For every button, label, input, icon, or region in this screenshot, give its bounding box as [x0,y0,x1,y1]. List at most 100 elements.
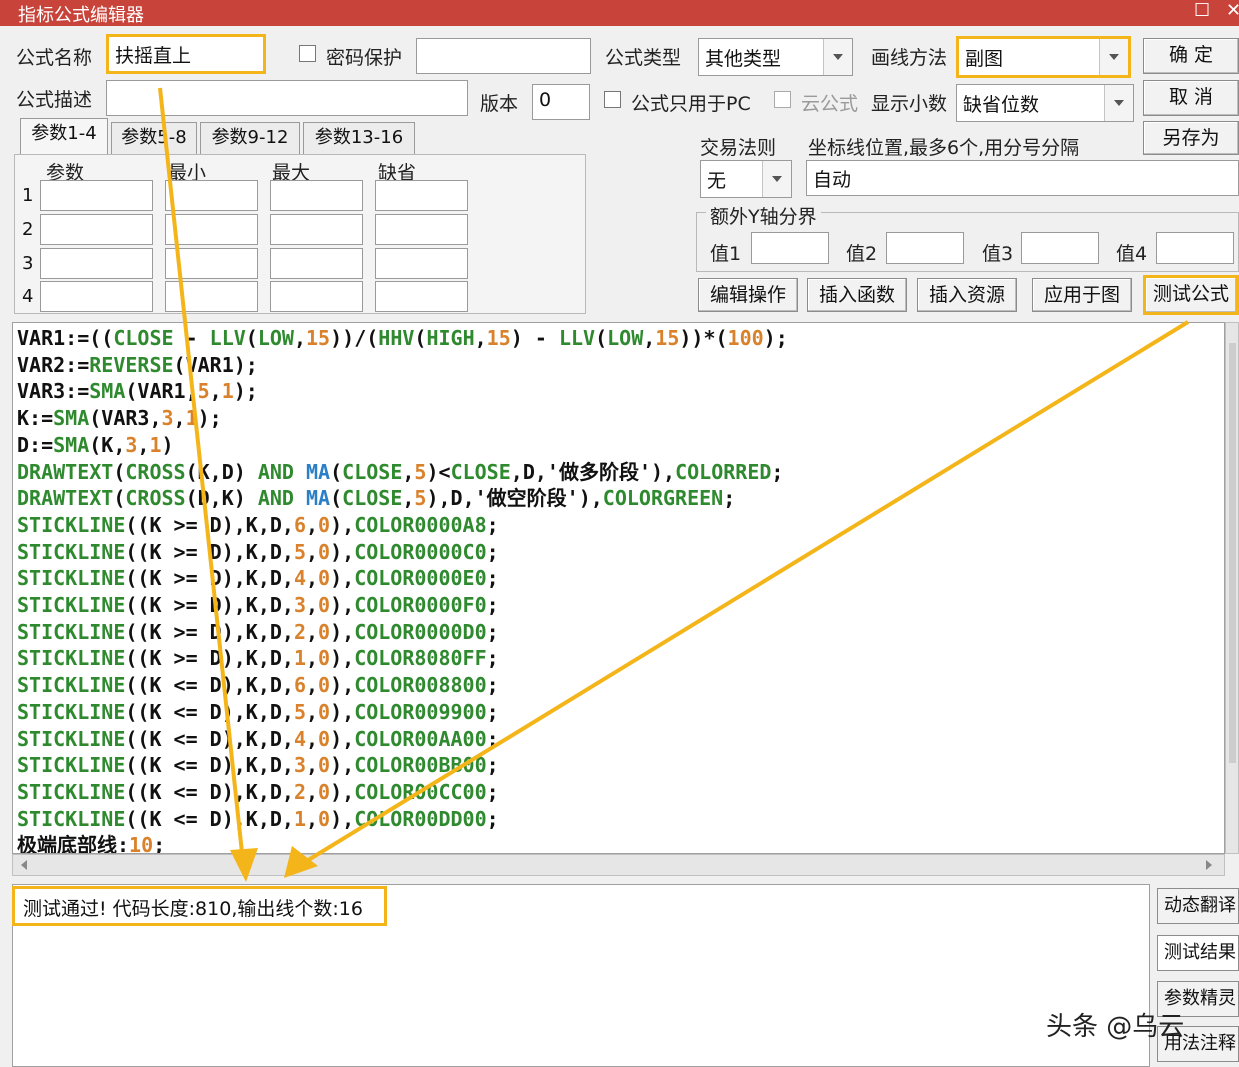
param-min-input[interactable] [165,214,258,245]
scroll-left-icon[interactable] [21,860,27,870]
cancel-button[interactable]: 取 消 [1143,80,1239,116]
param-max-input[interactable] [270,180,363,211]
code-token: CLOSE [450,459,511,484]
scroll-right-icon[interactable] [1206,860,1212,870]
scrollbar-thumb[interactable] [1229,343,1236,763]
param-max-input[interactable] [270,248,363,279]
param-name-input[interactable] [40,248,153,279]
trade-rule-value: 无 [707,170,727,192]
version-input[interactable]: 0 [532,84,590,120]
decimals-select[interactable]: 缺省位数 [956,84,1134,122]
edit-operations-button[interactable]: 编辑操作 [698,278,798,312]
maximize-icon[interactable]: ☐ [1194,0,1210,21]
code-token: 15 [486,326,511,350]
code-token: ; [486,539,499,564]
chevron-down-icon[interactable] [1099,39,1128,75]
code-token: COLOR0000D0 [354,619,487,644]
code-token: 1 [149,432,162,457]
chevron-down-icon[interactable] [1104,85,1133,121]
save-as-button[interactable]: 另存为 [1143,121,1239,155]
code-token: COLOR0000A8 [354,512,487,537]
code-token: (K, [89,432,126,457]
code-token: ), [330,593,355,617]
code-token: , [402,459,415,484]
code-token: COLOR00CC00 [354,779,487,804]
code-line: 极端底部线:10; [17,832,166,854]
param-max-input[interactable] [270,281,363,312]
formula-type-label: 公式类型 [605,47,682,69]
code-token: COLORGREEN [602,486,724,511]
apply-to-chart-button[interactable]: 应用于图 [1032,278,1132,312]
trade-rule-select[interactable]: 无 [700,160,792,198]
password-label: 密码保护 [326,47,403,69]
code-token: CLOSE [342,486,403,511]
code-token: MA [306,459,331,484]
y-value-4-input[interactable] [1156,232,1234,264]
code-token: ( [113,486,126,511]
code-token: ))*( [679,326,728,350]
code-token: ), [330,806,355,831]
code-token: ; [153,833,166,854]
code-token: , [402,486,415,511]
code-token: ((K <= D),K,D, [125,806,294,831]
close-icon[interactable]: ✕ [1226,0,1239,21]
tab-params-13-16[interactable]: 参数13-16 [303,122,415,154]
y-value-3-input[interactable] [1021,232,1099,264]
y-value-2-input[interactable] [886,232,964,264]
tab-params-1-4[interactable]: 参数1-4 [20,118,108,154]
dynamic-translate-button[interactable]: 动态翻译 [1157,888,1239,924]
tab-params-5-8[interactable]: 参数5-8 [111,122,197,154]
draw-method-value: 副图 [965,48,1004,70]
draw-method-label: 画线方法 [871,47,948,69]
test-result-button[interactable]: 测试结果 [1157,935,1239,971]
param-name-input[interactable] [40,214,153,245]
password-checkbox[interactable] [299,45,316,62]
pc-only-checkbox[interactable] [604,91,621,108]
code-token: , [306,753,319,778]
cloud-formula-checkbox[interactable] [774,91,791,108]
tab-params-9-12[interactable]: 参数9-12 [200,122,300,154]
formula-name-input[interactable]: 扶摇直上 [106,34,266,74]
insert-function-button[interactable]: 插入函数 [807,278,907,312]
code-token: COLORRED [675,459,772,484]
horizontal-scrollbar[interactable] [12,854,1225,876]
code-token: 0 [318,512,331,537]
param-min-input[interactable] [165,180,258,211]
vertical-scrollbar[interactable] [1225,322,1239,854]
code-editor[interactable]: VAR1:=((CLOSE - LLV(LOW,15))/(HHV(HIGH,1… [12,322,1225,854]
param-name-input[interactable] [40,180,153,211]
chevron-down-icon[interactable] [762,161,791,197]
code-line: VAR2:=REVERSE(VAR1); [17,352,258,379]
draw-method-select[interactable]: 副图 [956,36,1131,78]
y-value-1-input[interactable] [751,232,829,264]
code-token: ((K <= D),K,D, [125,753,294,778]
chevron-down-icon[interactable] [823,39,852,75]
param-name-input[interactable] [40,281,153,312]
param-default-input[interactable] [375,214,468,245]
formula-type-select[interactable]: 其他类型 [698,38,853,76]
param-min-input[interactable] [165,248,258,279]
insert-resource-button[interactable]: 插入资源 [917,278,1017,312]
code-token: STICKLINE [17,619,126,644]
param-default-input[interactable] [375,180,468,211]
param-max-input[interactable] [270,214,363,245]
code-token: ( [595,326,608,350]
code-token: , [306,779,319,804]
code-token: DRAWTEXT [17,459,114,484]
code-token: 1 [221,379,234,404]
decimals-value: 缺省位数 [963,94,1040,116]
param-min-input[interactable] [165,281,258,312]
formula-desc-input[interactable] [106,80,468,116]
code-token: REVERSE [89,352,174,377]
test-formula-button[interactable]: 测试公式 [1143,275,1239,315]
param-default-input[interactable] [375,281,468,312]
password-input[interactable] [416,38,591,74]
code-token: 2 [293,779,306,804]
code-token: ; [486,806,499,831]
param-default-input[interactable] [375,248,468,279]
code-token: VAR3:= [17,379,90,404]
coord-line-input[interactable]: 自动 [806,160,1239,196]
ok-button[interactable]: 确 定 [1143,38,1239,74]
code-token: 0 [318,699,331,724]
